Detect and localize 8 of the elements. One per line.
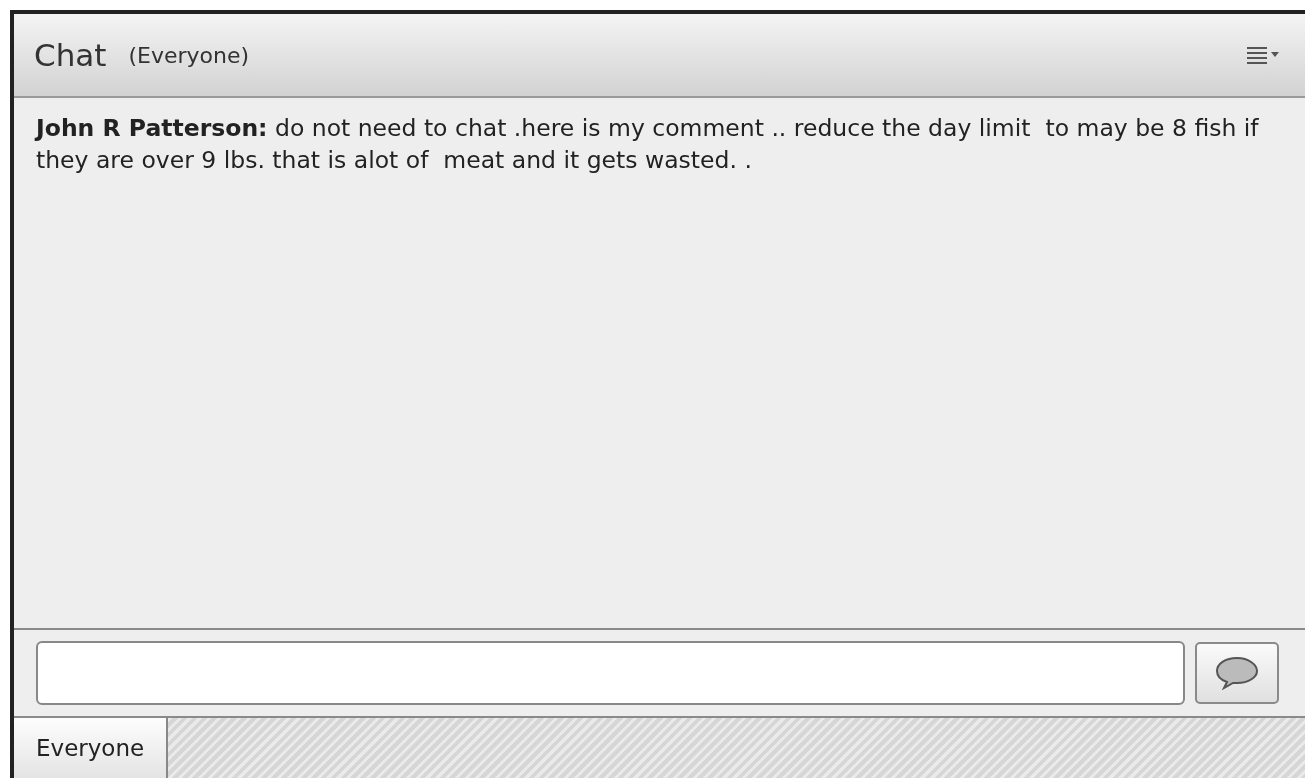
chat-message: John R Patterson: do not need to chat .here is my comment .. reduce the day limit to may be 8 fish if they are over 9 lbs. that is alot of meat and it gets wasted. . (36, 113, 1260, 176)
audience-label: (Everyone) (128, 42, 250, 68)
menu-icon (1247, 46, 1281, 64)
speech-bubble-icon (1214, 656, 1260, 690)
send-button[interactable] (1195, 642, 1279, 704)
audience-tab[interactable]: Everyone (14, 718, 169, 778)
message-input[interactable] (36, 641, 1185, 705)
panel-title: Chat (34, 37, 107, 73)
